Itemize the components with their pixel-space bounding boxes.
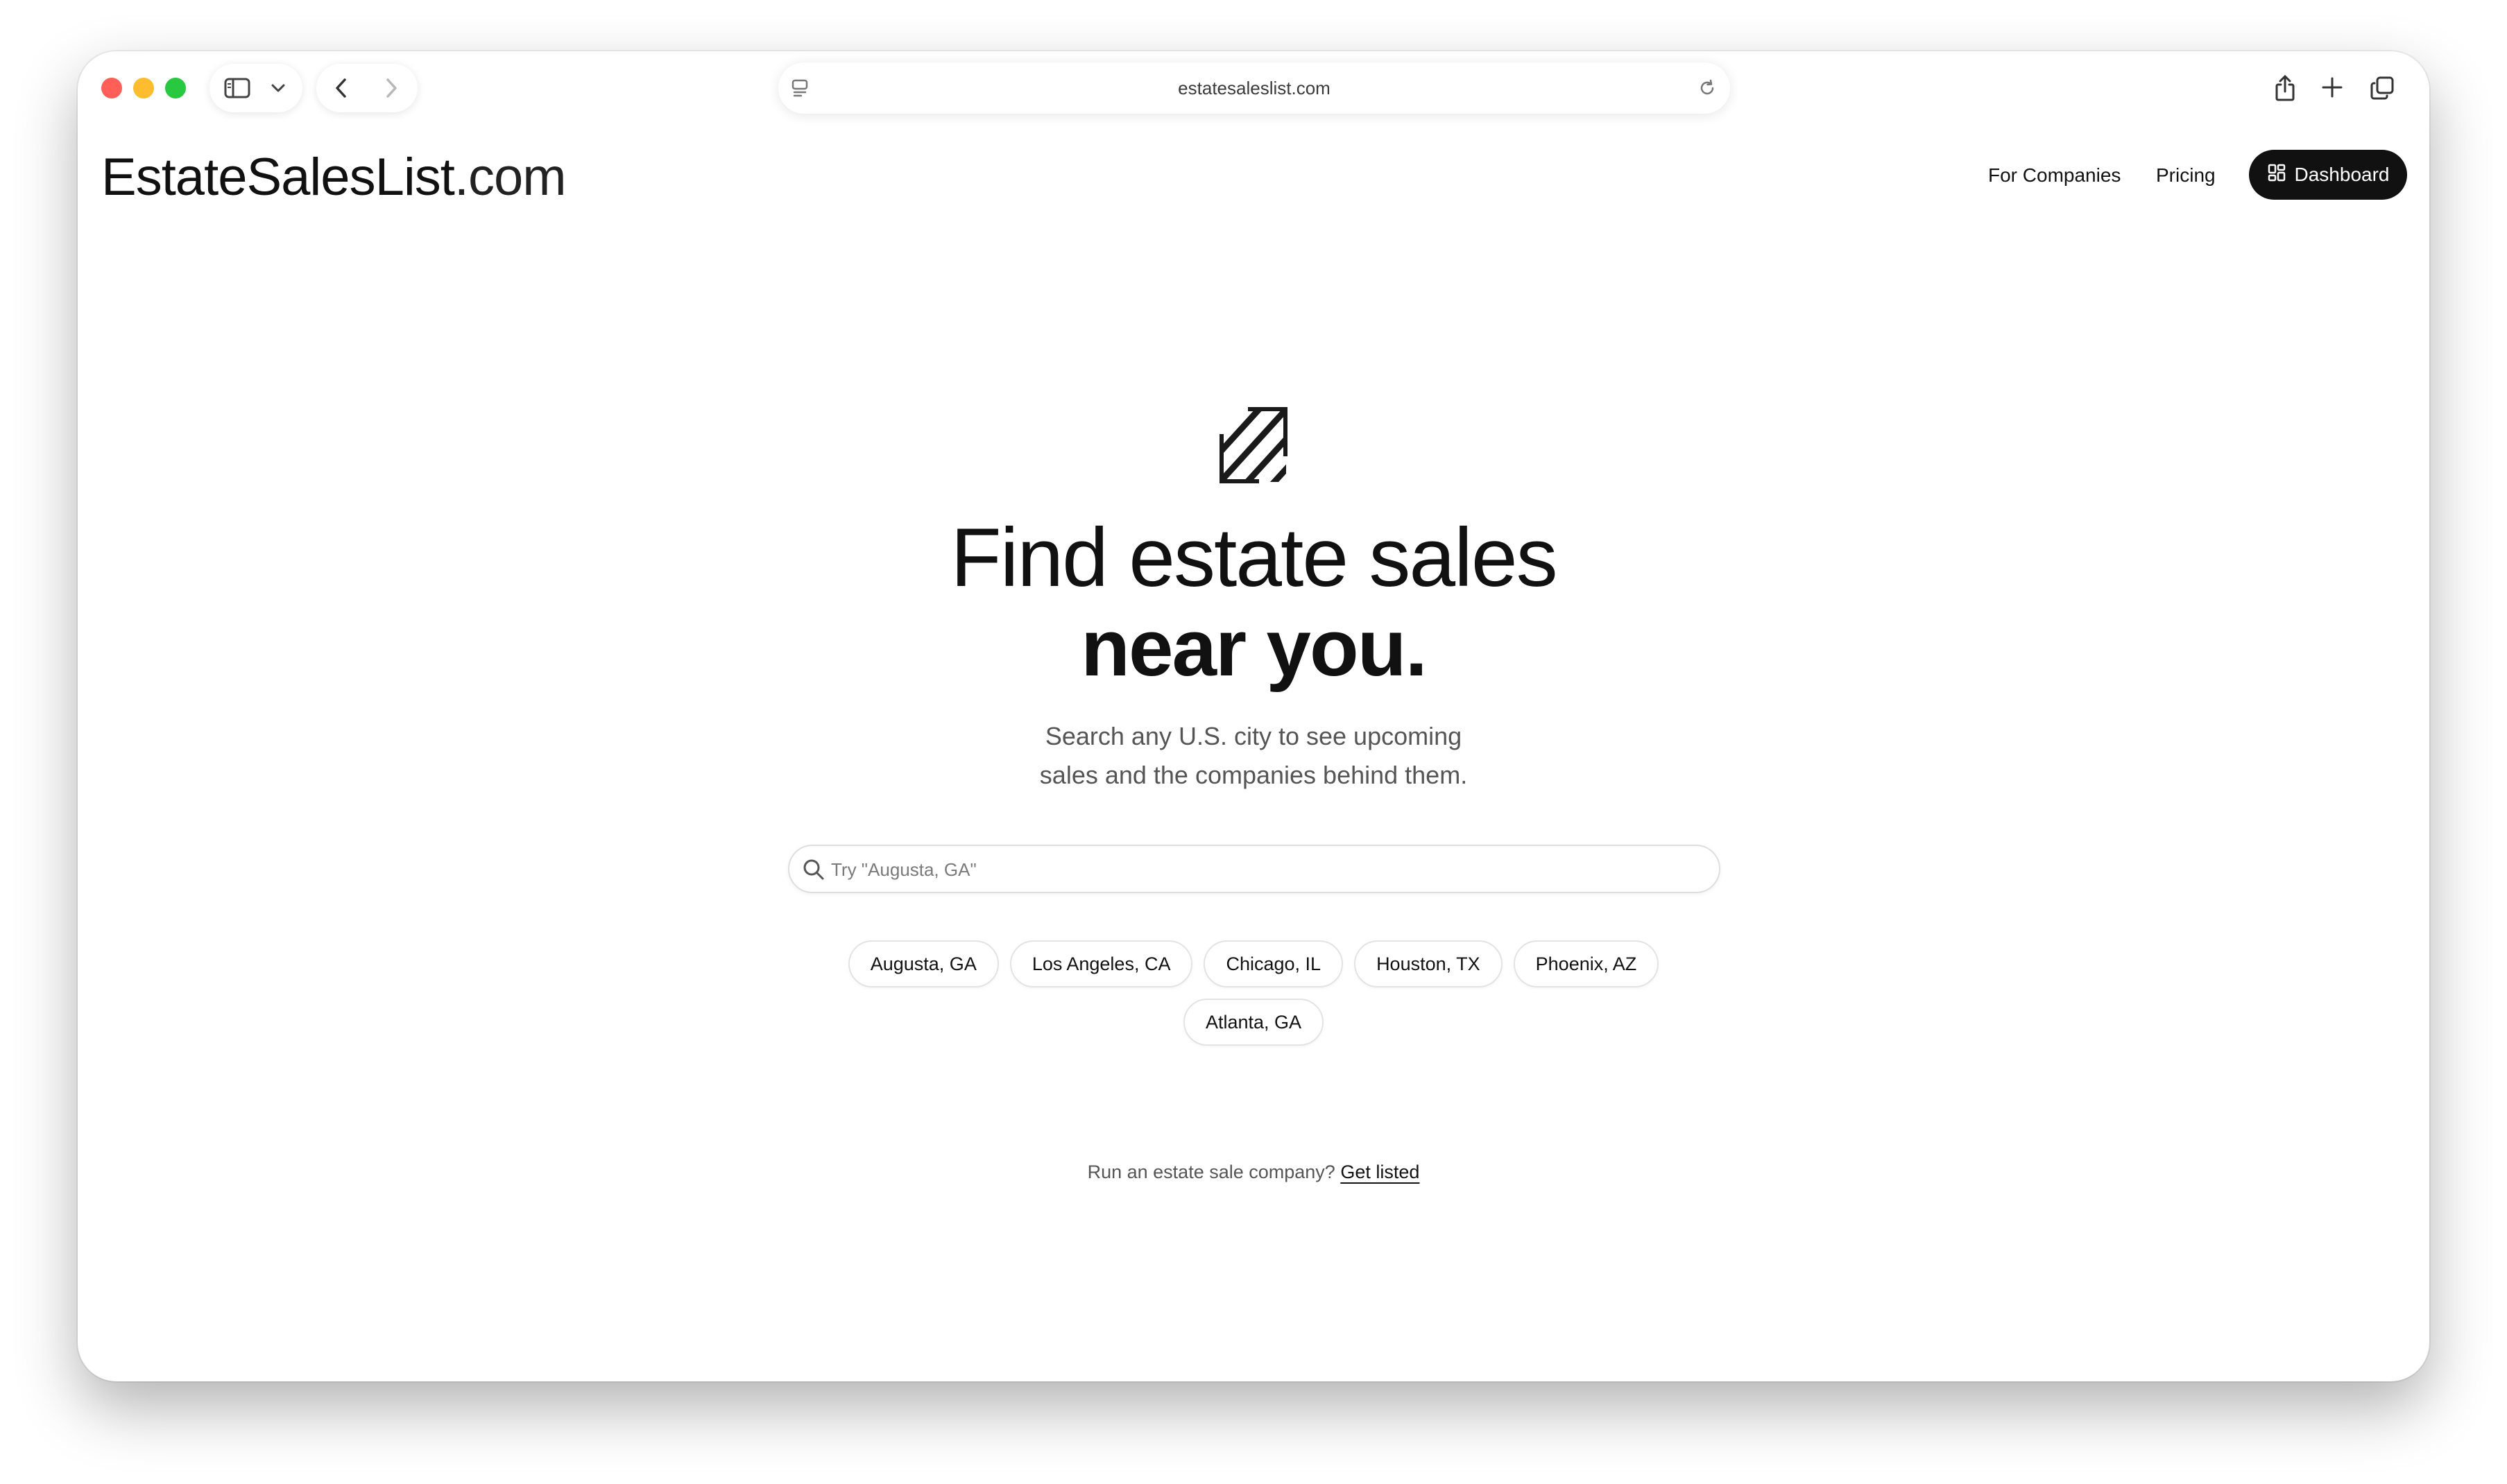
close-window-button[interactable] bbox=[101, 78, 122, 98]
browser-window: estatesaleslist.com EstateSalesList.com … bbox=[78, 51, 2429, 1381]
city-search-box[interactable] bbox=[788, 845, 1720, 893]
popular-cities: Augusta, GA Los Angeles, CA Chicago, IL Hou… bbox=[813, 940, 1694, 1046]
get-listed-cta: Run an estate sale company? Get listed bbox=[78, 1158, 2429, 1186]
grid-icon bbox=[2267, 163, 2286, 187]
browser-toolbar: estatesaleslist.com bbox=[78, 51, 2429, 155]
site-logo[interactable]: EstateSalesList.com bbox=[101, 143, 567, 212]
forward-icon[interactable] bbox=[377, 74, 405, 102]
logo-main-text: EstateSalesList bbox=[101, 148, 455, 207]
cta-text: Run an estate sale company? bbox=[1087, 1162, 1335, 1182]
get-listed-link[interactable]: Get listed bbox=[1340, 1162, 1419, 1182]
zoom-window-button[interactable] bbox=[165, 78, 186, 98]
city-chip[interactable]: Phoenix, AZ bbox=[1513, 940, 1659, 987]
share-icon[interactable] bbox=[2270, 71, 2300, 105]
striped-square-icon bbox=[1219, 406, 1288, 488]
tab-overview-icon[interactable] bbox=[2367, 74, 2397, 103]
subtitle-line-1: Search any U.S. city to see upcoming bbox=[1045, 722, 1462, 750]
dashboard-button[interactable]: Dashboard bbox=[2249, 150, 2407, 200]
sidebar-control-group bbox=[209, 64, 302, 112]
headline-line-2: near you. bbox=[1081, 603, 1428, 693]
logo-suffix-text: .com bbox=[454, 148, 567, 207]
hero-subtitle: Search any U.S. city to see upcoming sal… bbox=[910, 717, 1597, 795]
city-chip[interactable]: Chicago, IL bbox=[1204, 940, 1344, 987]
nav-for-companies[interactable]: For Companies bbox=[1988, 162, 2121, 189]
navigation-control-group bbox=[316, 64, 418, 112]
dashboard-label: Dashboard bbox=[2294, 164, 2390, 185]
new-tab-icon[interactable] bbox=[2318, 74, 2346, 101]
chevron-down-icon[interactable] bbox=[266, 78, 290, 98]
sidebar-icon[interactable] bbox=[222, 76, 253, 101]
city-chip[interactable]: Houston, TX bbox=[1354, 940, 1503, 987]
minimize-window-button[interactable] bbox=[133, 78, 154, 98]
nav-pricing[interactable]: Pricing bbox=[2156, 162, 2216, 189]
city-chip[interactable]: Atlanta, GA bbox=[1183, 999, 1324, 1046]
headline-line-1: Find estate sales bbox=[950, 511, 1557, 604]
subtitle-line-2: sales and the companies behind them. bbox=[1039, 761, 1468, 789]
city-search-input[interactable] bbox=[830, 852, 1693, 888]
city-chip[interactable]: Los Angeles, CA bbox=[1009, 940, 1193, 987]
search-icon bbox=[802, 858, 825, 885]
back-icon[interactable] bbox=[327, 74, 355, 102]
reload-icon[interactable] bbox=[1695, 76, 1719, 100]
address-bar[interactable]: estatesaleslist.com bbox=[778, 62, 1730, 114]
url-text: estatesaleslist.com bbox=[1178, 78, 1330, 98]
city-chip[interactable]: Augusta, GA bbox=[848, 940, 999, 987]
